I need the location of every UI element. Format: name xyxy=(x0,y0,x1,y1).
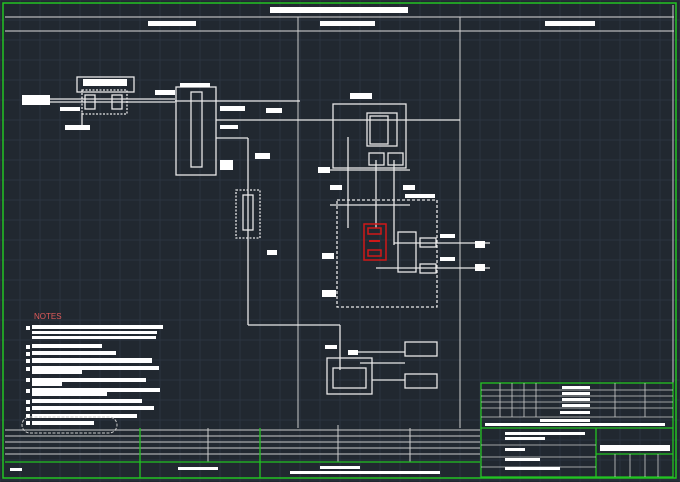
piping-lines xyxy=(50,76,490,395)
sheet-title-label xyxy=(270,7,408,13)
schematic-drawing: NOTES xyxy=(0,0,680,482)
title-block-grid xyxy=(481,383,673,477)
highlighted-component xyxy=(363,223,387,261)
notes-title: NOTES xyxy=(34,312,62,321)
zone-label xyxy=(545,21,595,26)
zone-label xyxy=(320,21,375,26)
revision-table xyxy=(5,425,480,462)
cad-drawing-canvas[interactable]: NOTES xyxy=(0,0,680,482)
zone-label xyxy=(148,21,196,26)
